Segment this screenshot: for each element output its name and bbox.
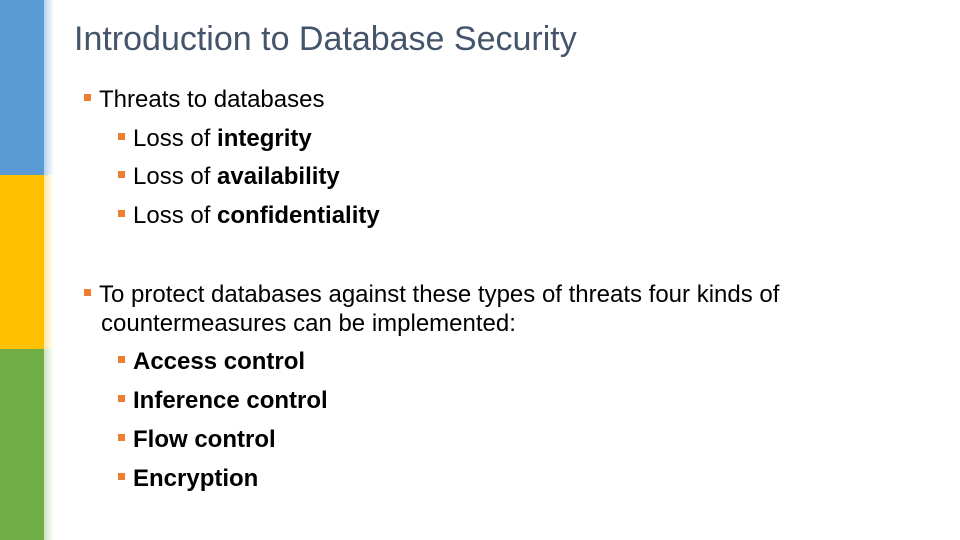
sub-bullet-integrity: Loss of integrity [118,125,312,153]
square-bullet-icon [118,133,125,141]
square-bullet-icon [118,395,125,403]
side-bar-shadow-green [44,349,54,540]
sub-bullet-prefix: Loss of [133,163,218,190]
slide: Introduction to Database Security Threat… [0,0,960,540]
square-bullet-icon [84,94,91,102]
slide-title: Introduction to Database Security [74,20,577,58]
sub-bullet-availability: Loss of availability [118,163,340,191]
sub-bullet-prefix: Loss of [133,202,218,229]
bullet-text-continued: countermeasures can be implemented: [101,310,516,337]
bullet-threats: Threats to databases [84,86,324,114]
sub-bullet-encryption: Encryption [118,465,258,493]
sub-bullet-inference-control: Inference control [118,387,328,415]
square-bullet-icon [118,356,125,364]
square-bullet-icon [84,289,91,297]
square-bullet-icon [118,473,125,481]
side-bar-shadow-blue [44,0,54,175]
sub-bullet-emphasis: integrity [217,125,312,152]
sub-bullet-emphasis: Flow control [133,426,276,453]
sub-bullet-emphasis: Access control [133,348,306,375]
bullet-text: Threats to databases [99,86,325,113]
sub-bullet-access-control: Access control [118,348,305,376]
bullet-countermeasures-line1: To protect databases against these types… [84,281,779,309]
side-bar-yellow [0,175,44,349]
sub-bullet-emphasis: availability [217,163,340,190]
square-bullet-icon [118,210,125,218]
sub-bullet-confidentiality: Loss of confidentiality [118,202,380,230]
sub-bullet-emphasis: Encryption [133,465,259,492]
decorative-side-bars [0,0,44,540]
square-bullet-icon [118,434,125,442]
side-bar-blue [0,0,44,175]
bullet-countermeasures-line2: countermeasures can be implemented: [101,310,516,338]
side-bar-green [0,349,44,540]
square-bullet-icon [118,171,125,179]
sub-bullet-emphasis: Inference control [133,387,328,414]
side-bar-shadow-yellow [44,175,54,349]
sub-bullet-flow-control: Flow control [118,426,276,454]
bullet-text: To protect databases against these types… [99,281,780,308]
sub-bullet-emphasis: confidentiality [217,202,380,229]
sub-bullet-prefix: Loss of [133,125,218,152]
